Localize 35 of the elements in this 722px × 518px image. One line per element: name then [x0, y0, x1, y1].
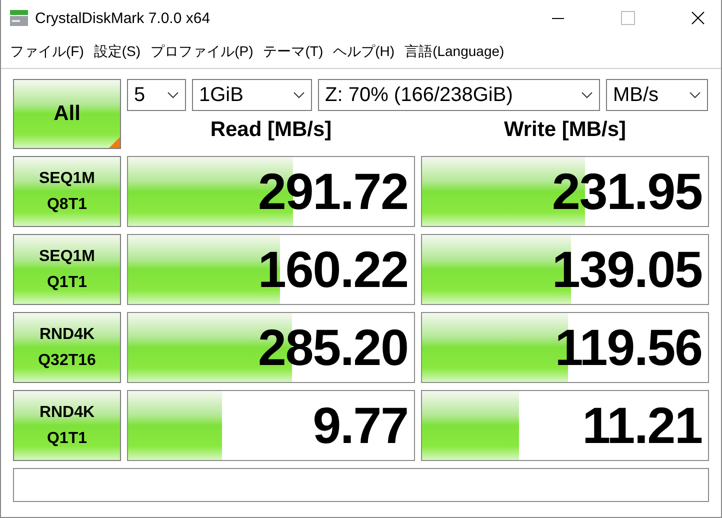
corner-triangle-icon [109, 137, 120, 148]
dropdown[interactable]: Z: 70% (166/238GiB) [318, 79, 600, 111]
dropdown[interactable]: MB/s [606, 79, 708, 111]
menu-item[interactable]: テーマ(T) [258, 40, 328, 64]
chevron-down-icon [293, 91, 305, 99]
dropdown[interactable]: 1GiB [192, 79, 312, 111]
score-value: 291.72 [258, 162, 408, 221]
column-header: Write [MB/s] [504, 118, 626, 142]
chevron-down-icon [167, 91, 179, 99]
test-button[interactable]: SEQ1M Q1T1 [13, 234, 121, 305]
column-header: Read [MB/s] [210, 118, 332, 142]
score-value: 160.22 [258, 240, 408, 299]
score-value: 11.21 [582, 396, 702, 455]
test-button[interactable]: SEQ1M Q8T1 [13, 156, 121, 227]
test-button[interactable]: RND4K Q1T1 [13, 390, 121, 461]
score-value: 285.20 [258, 318, 408, 377]
drive-icon [9, 9, 29, 27]
chevron-down-icon [581, 91, 593, 99]
menu-item[interactable]: ヘルプ(H) [328, 40, 400, 64]
maximize-icon [621, 11, 635, 25]
close-icon [691, 11, 705, 25]
score-value: 119.56 [554, 318, 702, 377]
score-value: 231.95 [552, 162, 702, 221]
comment-field[interactable] [13, 468, 709, 502]
menu-item[interactable]: 言語(Language) [400, 40, 510, 64]
score-value: 139.05 [552, 240, 702, 299]
window-title: CrystalDiskMark 7.0.0 x64 [35, 10, 212, 26]
chevron-down-icon [689, 91, 701, 99]
test-button[interactable]: RND4K Q32T16 [13, 312, 121, 383]
score-value: 9.77 [312, 396, 408, 455]
all-button[interactable]: All [13, 79, 121, 149]
menu-item[interactable]: プロファイル(P) [146, 40, 258, 64]
dropdown[interactable]: 5 [127, 79, 186, 111]
menu-item[interactable]: 設定(S) [88, 40, 146, 64]
menu-item[interactable]: ファイル(F) [5, 40, 89, 64]
